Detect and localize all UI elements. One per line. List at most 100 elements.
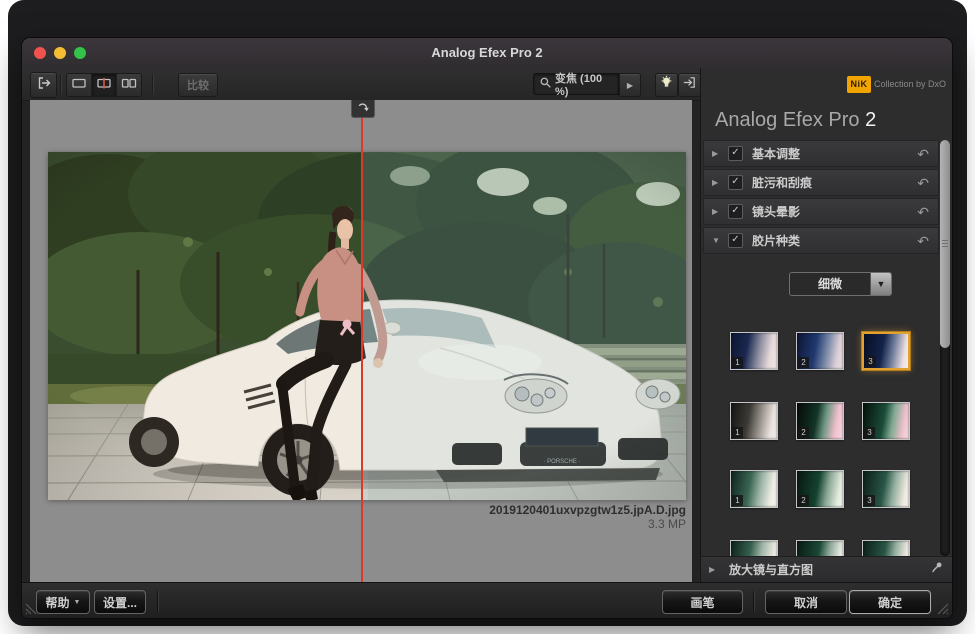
split-preview-handle[interactable] <box>351 100 375 118</box>
resize-grip-right[interactable] <box>935 601 950 616</box>
zoom-menu-button[interactable]: ▶ <box>619 73 641 97</box>
reset-icon[interactable]: ↶ <box>917 234 929 248</box>
cancel-button[interactable]: 取消 <box>765 590 847 614</box>
image-size: 3.3 MP <box>489 517 686 532</box>
zoom-label: 变焦 (100 %) <box>555 70 618 98</box>
film-thumbnail-r3-1[interactable]: 1 <box>730 470 778 508</box>
chevron-right-icon[interactable]: ▶ <box>712 149 722 158</box>
toolbar: 比较 变焦 (100 %) ▶ <box>22 68 700 101</box>
background-light-button[interactable] <box>655 73 678 97</box>
help-button[interactable]: 帮助 ▼ <box>36 590 90 614</box>
film-strength-dropdown[interactable]: 细微 ▼ <box>789 272 892 296</box>
compare-button[interactable]: 比较 <box>178 73 218 97</box>
brush-button[interactable]: 画笔 <box>662 590 743 614</box>
magnifier-icon <box>539 76 552 92</box>
film-thumbnail-number: 3 <box>864 427 875 438</box>
film-thumbnail-number: 2 <box>798 427 809 438</box>
app-window: Analog Efex Pro 2 <box>22 38 952 618</box>
export-icon <box>36 75 52 96</box>
panel-checkbox[interactable]: ✓ <box>728 175 743 190</box>
reset-icon[interactable]: ↶ <box>917 205 929 219</box>
resize-grip-left[interactable] <box>24 601 39 616</box>
caret-down-icon: ▼ <box>74 599 81 606</box>
chevron-down-icon[interactable]: ▼ <box>712 236 722 245</box>
sidebar: NiK Collection by DxO Analog Efex Pro 2 … <box>700 68 952 582</box>
pin-icon[interactable] <box>930 561 943 579</box>
chevron-right-icon[interactable]: ▶ <box>712 178 722 187</box>
sidebar-title: Analog Efex Pro 2 <box>715 100 945 140</box>
preview-canvas: · PORSCHE · <box>30 100 692 582</box>
film-thumbnail-r4-1[interactable]: 1 <box>730 540 778 556</box>
window-title: Analog Efex Pro 2 <box>22 38 952 68</box>
reset-icon[interactable]: ↶ <box>917 176 929 190</box>
film-strength-value: 细微 <box>790 273 870 295</box>
panel-label: 基本调整 <box>752 145 917 162</box>
view-mode-group <box>66 73 142 97</box>
panel-checkbox[interactable]: ✓ <box>728 146 743 161</box>
panel-film-type[interactable]: ▼ ✓ 胶片种类 ↶ <box>703 227 939 254</box>
reset-icon[interactable]: ↶ <box>917 147 929 161</box>
dropdown-arrow-icon[interactable]: ▼ <box>870 273 891 295</box>
sidebar-title-text: Analog Efex Pro <box>715 109 860 131</box>
lightbulb-icon <box>659 75 674 95</box>
toolbar-separator <box>60 74 61 94</box>
sidebar-title-version: 2 <box>865 109 876 131</box>
settings-button[interactable]: 设置... <box>94 590 146 614</box>
scrollbar-grip <box>942 240 948 249</box>
chevron-right-icon[interactable]: ▶ <box>712 207 722 216</box>
ok-label: 确定 <box>878 594 902 611</box>
curved-arrow-icon <box>356 100 370 118</box>
chevron-right-icon[interactable]: ▶ <box>709 565 719 574</box>
film-grid: 1 2 3 1 2 3 1 2 3 1 2 3 <box>701 318 939 556</box>
brand-tagline: Collection by DxO <box>874 79 946 89</box>
split-view-button[interactable] <box>92 74 117 96</box>
film-thumbnail-r4-2[interactable]: 2 <box>796 540 844 556</box>
panel-dirt-scratches[interactable]: ▶ ✓ 脏污和刮痕 ↶ <box>703 169 939 196</box>
save-exit-button[interactable] <box>678 73 701 97</box>
panel-label: 脏污和刮痕 <box>752 174 917 191</box>
panel-checkbox[interactable]: ✓ <box>728 233 743 248</box>
split-preview-line[interactable] <box>361 100 363 582</box>
panel-loupe-histogram[interactable]: ▶ 放大镜与直方图 <box>701 556 952 582</box>
single-view-button[interactable] <box>67 74 92 96</box>
film-thumbnail-r3-2[interactable]: 2 <box>796 470 844 508</box>
door-arrow-icon <box>682 75 697 95</box>
settings-label: 设置... <box>103 594 137 611</box>
panel-label: 胶片种类 <box>752 232 917 249</box>
image-caption: 2019120401uxvpzgtw1z5.jpA.D.jpg 3.3 MP <box>489 503 686 532</box>
film-thumbnail-number: 1 <box>732 357 743 368</box>
film-thumbnail-r1-1[interactable]: 1 <box>730 332 778 370</box>
export-button[interactable] <box>30 72 57 98</box>
film-thumbnail-r1-3[interactable]: 3 <box>862 332 910 370</box>
single-view-icon <box>71 75 87 96</box>
side-by-side-icon <box>121 75 137 96</box>
help-label: 帮助 <box>46 594 70 611</box>
film-thumbnail-r1-2[interactable]: 2 <box>796 332 844 370</box>
panel-basic-adjustments[interactable]: ▶ ✓ 基本调整 ↶ <box>703 140 939 167</box>
ok-button[interactable]: 确定 <box>849 590 931 614</box>
film-thumbnail-number: 2 <box>798 357 809 368</box>
film-thumbnail-number: 1 <box>732 495 743 506</box>
cancel-label: 取消 <box>794 594 818 611</box>
film-thumbnail-r4-3[interactable]: 3 <box>862 540 910 556</box>
panel-lens-vignette[interactable]: ▶ ✓ 镜头晕影 ↶ <box>703 198 939 225</box>
zoom-control[interactable]: 变焦 (100 %) <box>533 73 619 95</box>
panel-checkbox[interactable]: ✓ <box>728 204 743 219</box>
side-by-side-view-button[interactable] <box>117 74 141 96</box>
image-filename: 2019120401uxvpzgtw1z5.jpA.D.jpg <box>489 503 686 517</box>
photo-illustration: · PORSCHE · <box>48 152 686 500</box>
film-thumbnail-number: 3 <box>865 356 876 367</box>
split-view-icon <box>96 75 112 96</box>
film-thumbnail-r2-2[interactable]: 2 <box>796 402 844 440</box>
film-thumbnail-r2-1[interactable]: 1 <box>730 402 778 440</box>
film-thumbnail-r2-3[interactable]: 3 <box>862 402 910 440</box>
film-thumbnail-r3-3[interactable]: 3 <box>862 470 910 508</box>
brush-label: 画笔 <box>690 594 714 611</box>
title-bar[interactable]: Analog Efex Pro 2 <box>22 38 952 69</box>
nik-logo: NiK <box>847 76 871 93</box>
panel-label: 放大镜与直方图 <box>729 561 930 578</box>
photo: · PORSCHE · <box>48 152 686 500</box>
footer-separator <box>157 591 158 611</box>
toolbar-separator <box>152 74 153 94</box>
film-thumbnail-number: 2 <box>798 495 809 506</box>
